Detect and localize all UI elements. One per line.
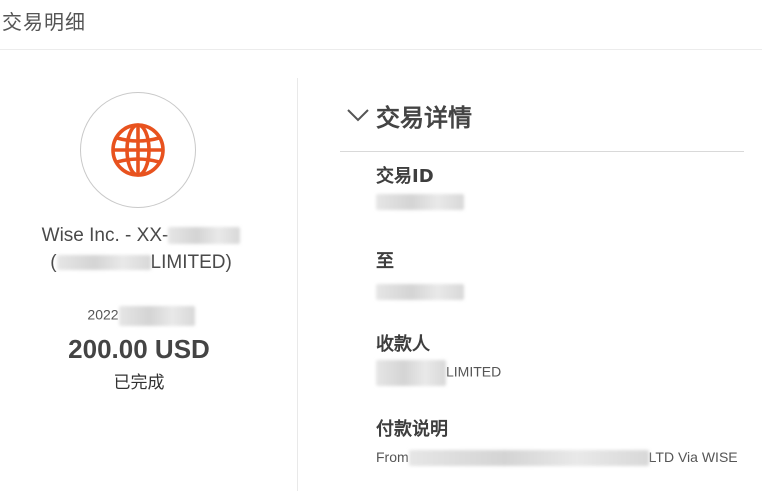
redacted-text [376,360,446,386]
column-divider [297,78,298,491]
section-divider [340,151,744,152]
transaction-date: 2022 [0,306,282,326]
payee-name: Wise Inc. - XX- ( LIMITED) [0,222,282,276]
transaction-amount: 200.00 USD [68,334,210,364]
transaction-summary: Wise Inc. - XX- ( LIMITED) 2022 200.00 US… [0,50,297,491]
redacted-text [56,255,151,271]
payee-name-paren: ( [50,252,57,273]
redacted-text [376,194,464,211]
payee-name-suffix: LIMITED) [150,252,232,273]
payee-name-line1: Wise Inc. - XX- [41,225,169,246]
redacted-text [168,227,241,245]
date-year: 2022 [87,306,119,323]
field-label-transaction-id: 交易ID [376,166,434,187]
page-title: 交易明细 [2,10,86,34]
field-label-payee: 收款人 [376,334,430,355]
field-value-transaction-id [376,193,464,211]
field-value-to [376,283,464,301]
payee-avatar [80,92,196,208]
page-header: 交易明细 [0,0,762,50]
payment-note-suffix: LTD Via WISE [648,449,738,465]
payment-note-prefix: From [376,449,409,465]
field-value-payment-note: From LTD Via WISE [376,449,738,467]
payee-value-suffix: LIMITED [446,363,502,380]
redacted-text [376,284,464,301]
globe-icon [111,123,165,177]
field-label-payment-note: 付款说明 [376,419,448,440]
details-section-toggle[interactable]: 交易详情 [346,100,472,132]
field-label-to: 至 [376,251,394,272]
chevron-down-icon [347,109,369,122]
details-section-title: 交易详情 [376,103,472,132]
redacted-text [408,450,649,467]
field-value-payee: LIMITED [376,360,501,386]
redacted-text [118,306,195,326]
transaction-status: 已完成 [113,373,165,393]
